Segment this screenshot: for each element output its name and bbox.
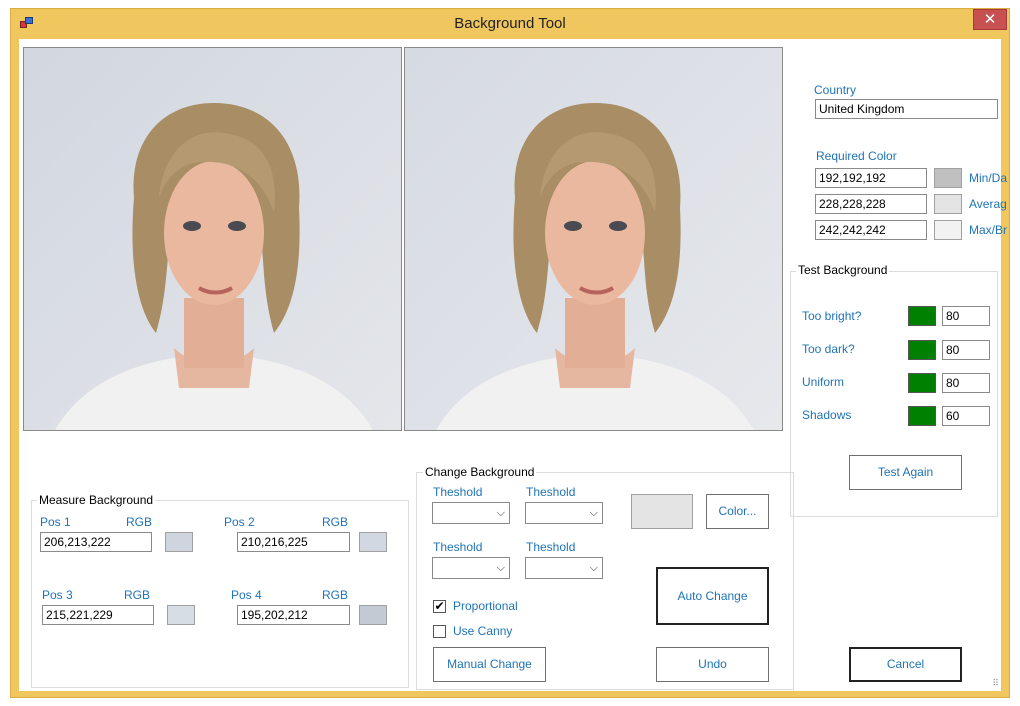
pos4-label: Pos 4 — [231, 588, 262, 602]
shadows-indicator — [908, 406, 936, 426]
too-bright-label: Too bright? — [802, 309, 862, 323]
pos1-swatch — [165, 532, 193, 552]
color-button[interactable]: Color... — [706, 494, 769, 529]
uniform-indicator — [908, 373, 936, 393]
uniform-field[interactable]: 80 — [942, 373, 990, 393]
processed-photo[interactable] — [404, 47, 783, 431]
required-max-field[interactable]: 242,242,242 — [815, 220, 927, 240]
threshold2-select[interactable]: ⌵ — [525, 502, 603, 524]
required-max-swatch — [934, 220, 962, 240]
test-again-button[interactable]: Test Again — [849, 455, 962, 490]
required-color-label: Required Color — [816, 149, 897, 163]
pos2-rgb-label: RGB — [322, 515, 349, 529]
chevron-down-icon: ⌵ — [589, 507, 598, 519]
auto-change-button[interactable]: Auto Change — [656, 567, 769, 625]
required-min-swatch — [934, 168, 962, 188]
required-max-label: Max/Br — [969, 223, 1008, 237]
title-bar[interactable]: Background Tool ✕ — [11, 9, 1009, 39]
pos3-rgb-label: RGB — [124, 588, 151, 602]
pos4-field[interactable]: 195,202,212 — [237, 605, 350, 625]
cancel-button[interactable]: Cancel — [849, 647, 962, 682]
pos1-label: Pos 1 — [40, 515, 71, 529]
measure-background-group — [31, 500, 409, 688]
shadows-field[interactable]: 60 — [942, 406, 990, 426]
pos2-swatch — [359, 532, 387, 552]
country-field[interactable]: United Kingdom — [815, 99, 998, 119]
original-photo[interactable] — [23, 47, 402, 431]
window-title: Background Tool — [454, 15, 566, 32]
threshold3-label: Theshold — [433, 540, 483, 554]
use-canny-checkbox[interactable] — [433, 625, 446, 638]
proportional-label: Proportional — [453, 599, 518, 613]
undo-button[interactable]: Undo — [656, 647, 769, 682]
uniform-label: Uniform — [802, 375, 845, 389]
resize-grip-icon[interactable]: ⠿ — [992, 678, 999, 689]
threshold1-label: Theshold — [433, 485, 483, 499]
check-icon: ✔ — [434, 599, 445, 613]
pos4-swatch — [359, 605, 387, 625]
shadows-label: Shadows — [802, 408, 852, 422]
chevron-down-icon: ⌵ — [496, 507, 505, 519]
pos3-label: Pos 3 — [42, 588, 73, 602]
pos3-field[interactable]: 215,221,229 — [42, 605, 154, 625]
threshold4-label: Theshold — [526, 540, 576, 554]
threshold4-select[interactable]: ⌵ — [525, 557, 603, 579]
pos1-field[interactable]: 206,213,222 — [40, 532, 152, 552]
pos3-swatch — [167, 605, 195, 625]
pos2-label: Pos 2 — [224, 515, 255, 529]
too-bright-indicator — [908, 306, 936, 326]
pos2-field[interactable]: 210,216,225 — [237, 532, 350, 552]
chevron-down-icon: ⌵ — [589, 562, 598, 574]
required-average-swatch — [934, 194, 962, 214]
client-area: Country United Kingdom Required Color 19… — [19, 39, 1007, 691]
required-average-field[interactable]: 228,228,228 — [815, 194, 927, 214]
threshold2-label: Theshold — [526, 485, 576, 499]
pos4-rgb-label: RGB — [322, 588, 349, 602]
too-dark-label: Too dark? — [802, 342, 855, 356]
required-average-label: Averag — [969, 197, 1007, 211]
too-bright-field[interactable]: 80 — [942, 306, 990, 326]
too-dark-field[interactable]: 80 — [942, 340, 990, 360]
country-label: Country — [814, 83, 857, 97]
threshold3-select[interactable]: ⌵ — [432, 557, 510, 579]
chevron-down-icon: ⌵ — [496, 562, 505, 574]
background-tool-window: Background Tool ✕ Country United Kingdom… — [10, 8, 1010, 698]
test-background-title: Test Background — [796, 263, 890, 277]
change-background-title: Change Background — [423, 465, 537, 479]
close-icon[interactable]: ✕ — [973, 9, 1007, 30]
threshold1-select[interactable]: ⌵ — [432, 502, 510, 524]
pos1-rgb-label: RGB — [126, 515, 153, 529]
required-min-label: Min/Da — [969, 171, 1008, 185]
too-dark-indicator — [908, 340, 936, 360]
proportional-checkbox[interactable]: ✔ — [433, 600, 446, 613]
target-color-swatch — [631, 494, 693, 529]
required-min-field[interactable]: 192,192,192 — [815, 168, 927, 188]
measure-background-title: Measure Background — [37, 493, 156, 507]
use-canny-label: Use Canny — [453, 624, 513, 638]
manual-change-button[interactable]: Manual Change — [433, 647, 546, 682]
